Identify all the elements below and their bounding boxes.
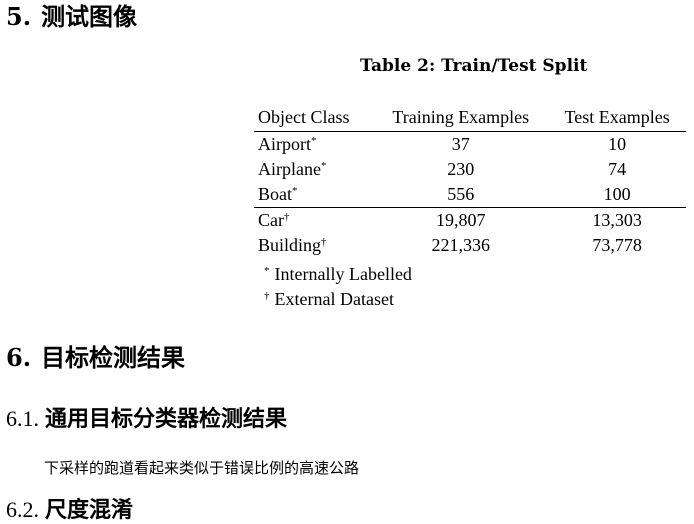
object-class-cell: Building† bbox=[258, 235, 327, 255]
training-cell: 230 bbox=[447, 159, 475, 179]
test-cell: 100 bbox=[548, 182, 686, 208]
table-row: Airport* 37 10 bbox=[254, 132, 686, 158]
footnote-mark: † bbox=[264, 290, 270, 302]
section-6-2-heading: 6.2. 尺度混淆 bbox=[6, 499, 133, 522]
section-number: 6. bbox=[6, 343, 32, 372]
footnote-mark: † bbox=[321, 236, 327, 248]
object-class-cell: Airport* bbox=[258, 134, 317, 154]
header-training-examples: Training Examples bbox=[373, 104, 549, 132]
train-test-split-table: Object Class Training Examples Test Exam… bbox=[254, 104, 686, 258]
table-row: Airplane* 230 74 bbox=[254, 157, 686, 182]
section-title: 通用目标分类器检测结果 bbox=[45, 406, 288, 432]
section-title: 测试图像 bbox=[41, 2, 138, 31]
table-row: Car† 19,807 13,303 bbox=[254, 208, 686, 234]
footnote-mark: * bbox=[311, 135, 317, 147]
header-object-class: Object Class bbox=[254, 104, 374, 132]
footnote-mark: † bbox=[284, 211, 290, 223]
test-cell: 73,778 bbox=[592, 235, 642, 255]
section-title: 目标检测结果 bbox=[41, 343, 186, 372]
table-note: * Internally Labelled bbox=[264, 264, 412, 284]
test-cell: 74 bbox=[608, 159, 627, 179]
table-note: † External Dataset bbox=[264, 289, 394, 309]
training-cell: 556 bbox=[373, 182, 549, 208]
section-title: 尺度混淆 bbox=[45, 497, 134, 523]
section-6-1-heading: 6.1. 通用目标分类器检测结果 bbox=[6, 408, 287, 431]
table-caption: Table 2: Train/Test Split bbox=[360, 56, 588, 76]
object-class-cell: Boat* bbox=[254, 182, 374, 208]
object-class-cell: Airplane* bbox=[258, 159, 327, 179]
footnote-mark: * bbox=[320, 160, 327, 172]
table-row: Building† 221,336 73,778 bbox=[254, 233, 686, 258]
section-number: 6.2. bbox=[6, 497, 39, 522]
footnote-mark: * bbox=[292, 185, 298, 197]
header-test-examples: Test Examples bbox=[548, 104, 686, 132]
table-header-row: Object Class Training Examples Test Exam… bbox=[254, 104, 686, 132]
table-notes: * Internally Labelled † External Dataset bbox=[264, 262, 412, 312]
object-class-cell: Car† bbox=[258, 210, 290, 230]
training-cell: 19,807 bbox=[436, 210, 486, 230]
training-cell: 221,336 bbox=[431, 235, 491, 255]
table-row: Boat* 556 100 bbox=[254, 182, 686, 208]
footnote-mark: * bbox=[264, 265, 270, 277]
test-cell: 10 bbox=[608, 134, 627, 154]
section-6-heading: 6. 目标检测结果 bbox=[6, 346, 185, 370]
section-number: 6.1. bbox=[6, 406, 39, 431]
training-cell: 37 bbox=[451, 134, 470, 154]
section-5-heading: 5. 测试图像 bbox=[6, 5, 137, 29]
test-cell: 13,303 bbox=[592, 210, 642, 230]
section-6-1-paragraph: 下采样的跑道看起来类似于错误比例的高速公路 bbox=[44, 459, 360, 477]
section-number: 5. bbox=[6, 2, 32, 31]
